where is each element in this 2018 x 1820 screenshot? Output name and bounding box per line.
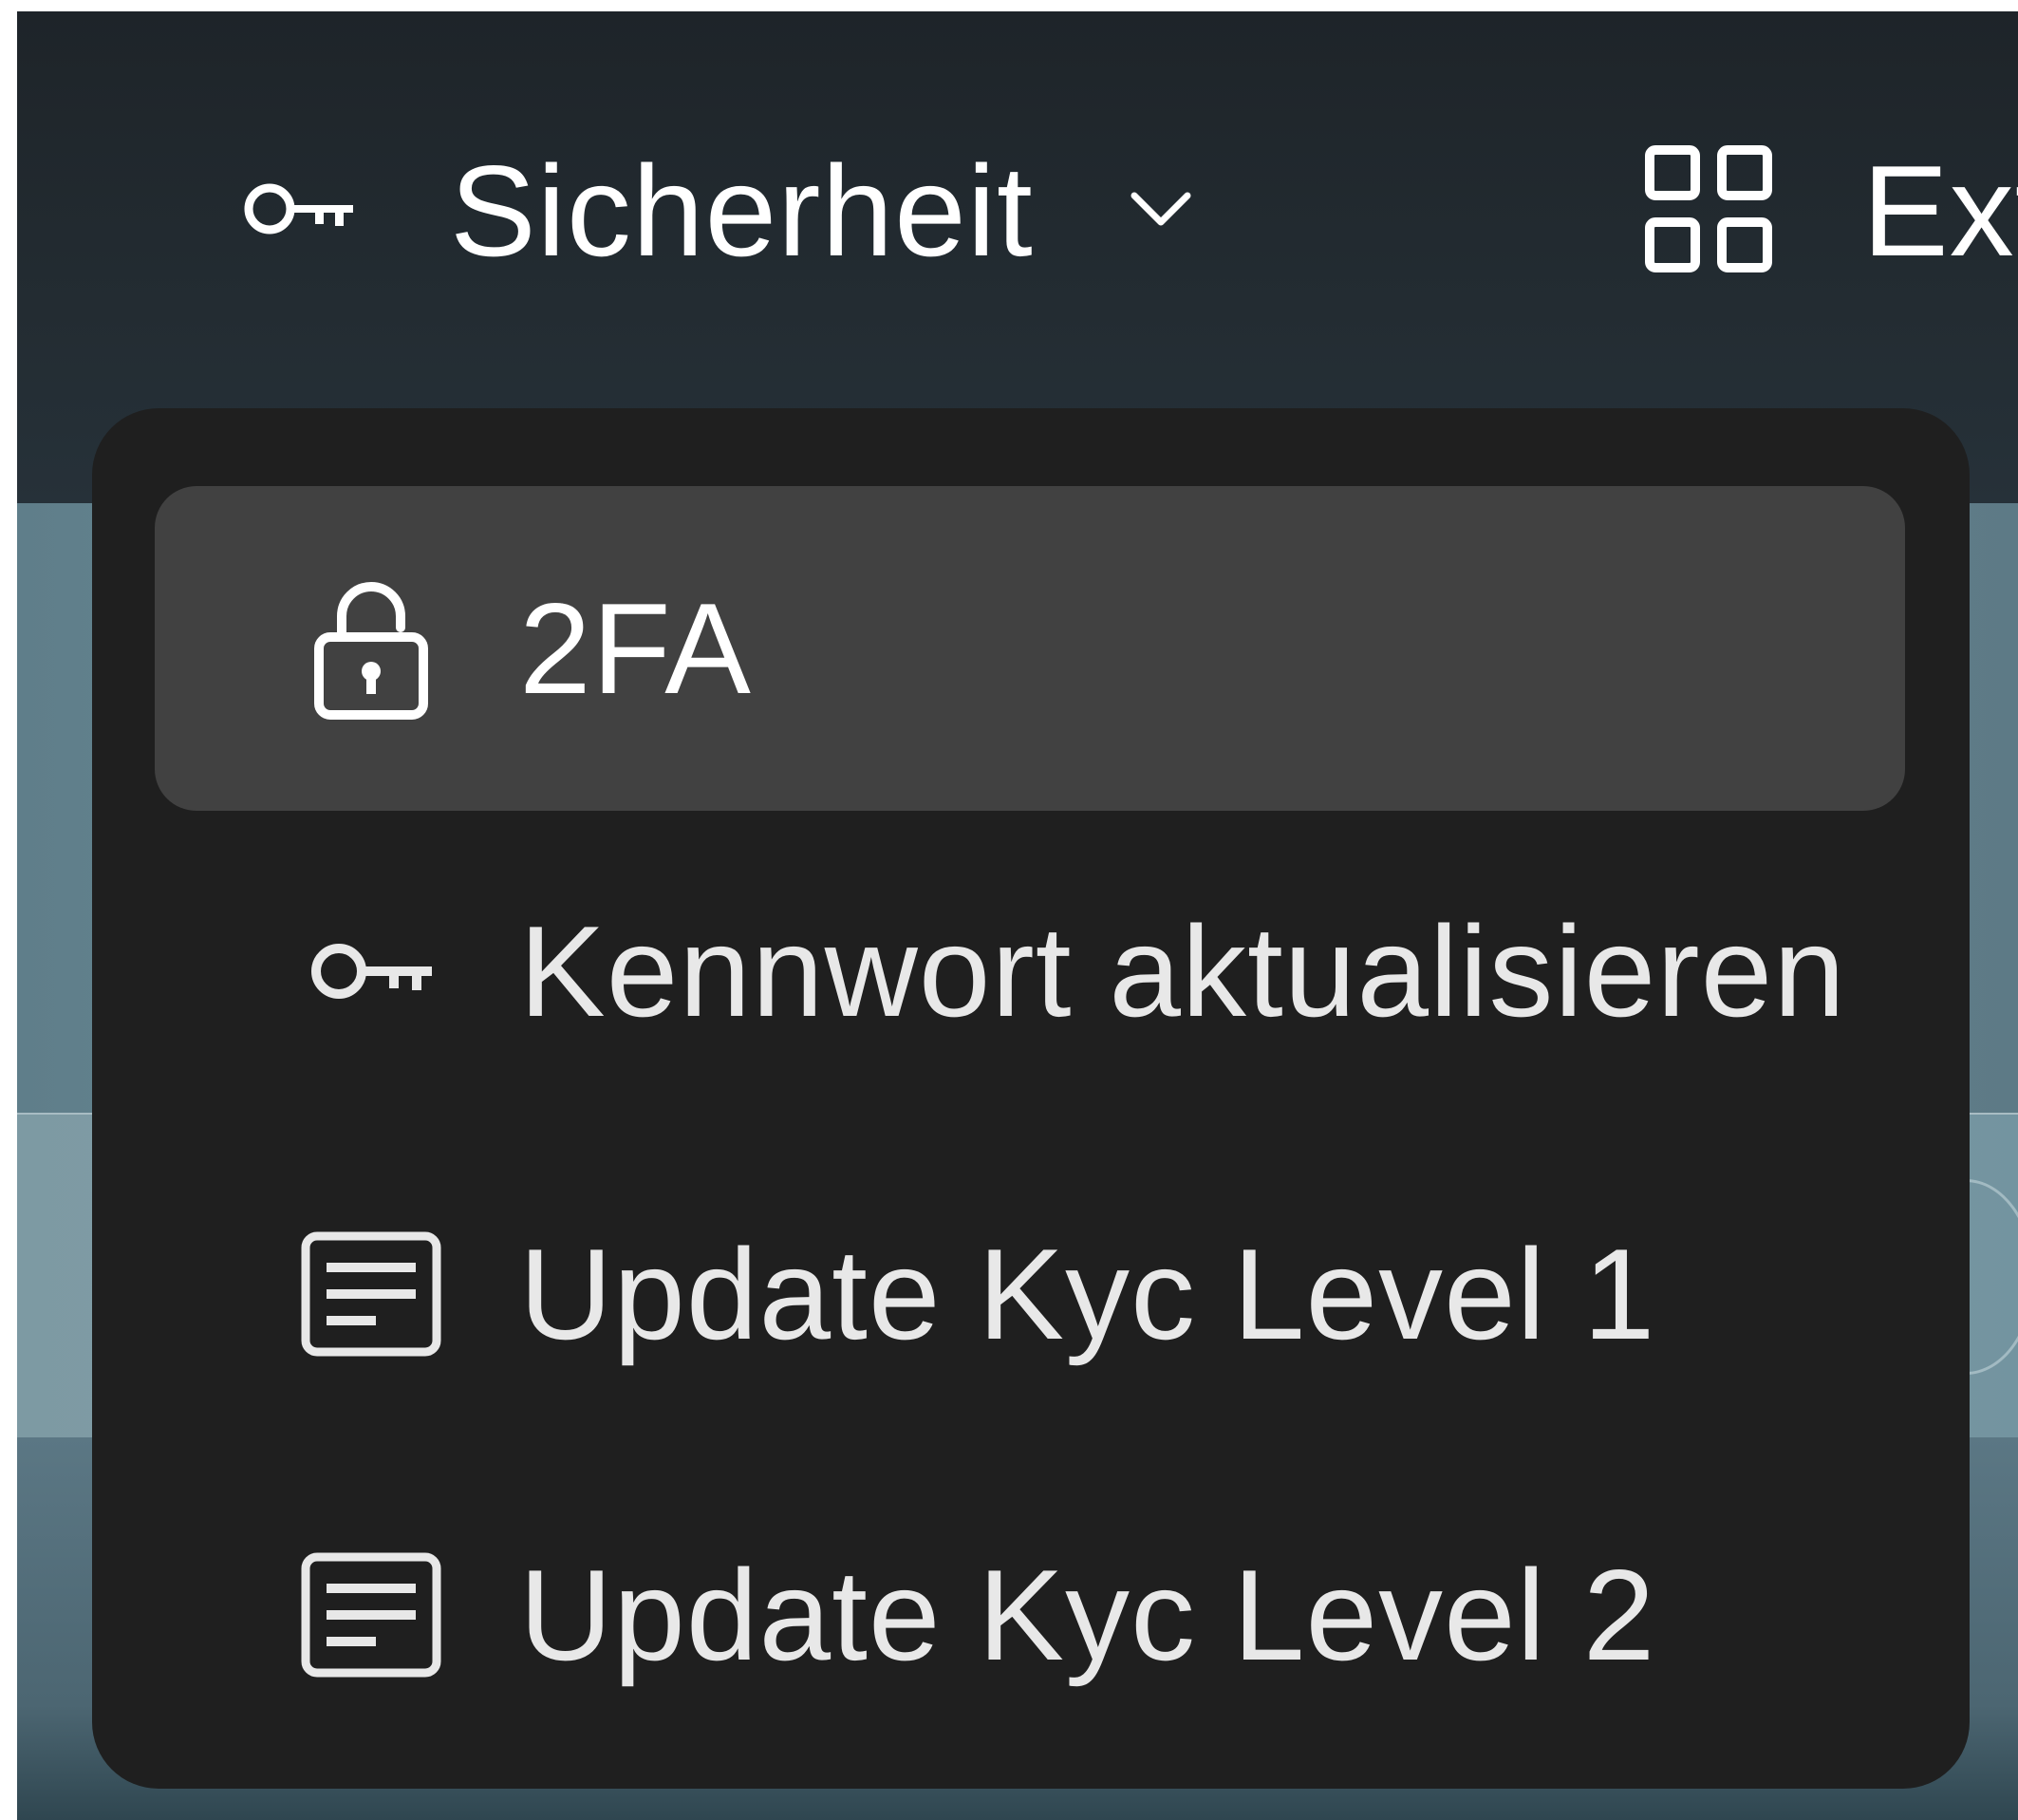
nav-item-label: Sicherheit [450,139,1034,283]
lock-icon [286,574,457,722]
menu-item-label: 2FA [519,576,752,721]
key-icon [286,937,457,1005]
nav-item-label: Ext [1862,139,2018,283]
chevron-down-icon [1129,188,1193,235]
document-icon [286,1230,457,1358]
nav-item-extras[interactable]: Ext [1642,144,2018,275]
menu-item-update-password[interactable]: Kennwort aktualisieren [155,809,1905,1134]
menu-item-kyc-level-2[interactable]: Update Kyc Level 2 [155,1453,1905,1777]
security-dropdown-menu: 2FA Kennwort aktualisieren Update Kyc Le… [92,408,1970,1789]
key-icon [237,177,359,246]
menu-item-2fa[interactable]: 2FA [155,486,1905,811]
grid-icon [1642,142,1775,280]
document-icon [286,1551,457,1679]
menu-item-label: Update Kyc Level 2 [519,1543,1656,1687]
app-frame: Sicherheit Ext [17,11,2018,1820]
menu-item-label: Update Kyc Level 1 [519,1222,1656,1366]
menu-item-label: Kennwort aktualisieren [519,899,1846,1043]
nav-item-security[interactable]: Sicherheit [237,146,1193,275]
menu-item-kyc-level-1[interactable]: Update Kyc Level 1 [155,1132,1905,1456]
